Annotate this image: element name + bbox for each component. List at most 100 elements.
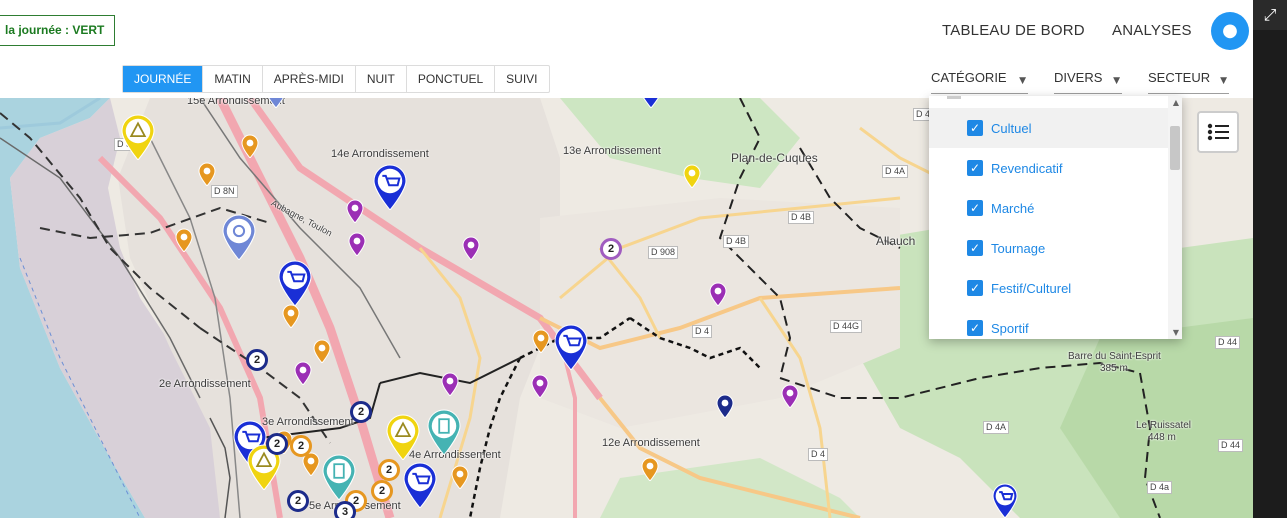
user-icon: ● [1222, 20, 1238, 41]
checkbox-checked-icon[interactable]: ✓ [967, 200, 983, 216]
cluster-badge[interactable]: 2 [350, 401, 372, 423]
category-select[interactable]: CATÉGORIE ▼ [931, 68, 1028, 94]
cluster-badge[interactable]: 2 [266, 433, 288, 455]
tab-ponctuel[interactable]: PONCTUEL [407, 66, 496, 92]
cluster-badge[interactable]: 2 [378, 459, 400, 481]
map-marker-festive[interactable] [683, 164, 701, 188]
nav-analyses[interactable]: ANALYSES [1112, 22, 1192, 39]
divers-select-label: DIVERS [1054, 70, 1103, 85]
nav-tableau-de-bord[interactable]: TABLEAU DE BORD [942, 22, 1085, 39]
tab-apres-midi[interactable]: APRÈS-MIDI [263, 66, 356, 92]
cluster-badge[interactable]: 2 [246, 349, 268, 371]
road-label: D 44 [1218, 439, 1244, 452]
map-marker-festive[interactable] [121, 114, 155, 160]
option-label: Marché [991, 200, 1035, 216]
road-label: D 4B [788, 211, 815, 224]
scrollbar-thumb[interactable] [1170, 126, 1180, 170]
category-select-label: CATÉGORIE [931, 70, 1007, 85]
map-marker-protest[interactable] [532, 329, 550, 353]
scroll-down-icon[interactable]: ▼ [1173, 328, 1179, 337]
map-marker-religious[interactable] [348, 232, 366, 256]
map-marker-protest[interactable] [175, 228, 193, 252]
legend-button[interactable] [1197, 111, 1239, 153]
map-marker-religious[interactable] [346, 199, 364, 223]
map-marker-religious[interactable] [781, 384, 799, 408]
status-badge: la journée : VERT [0, 15, 116, 46]
category-option-tournage[interactable]: ✓ Tournage [929, 228, 1182, 268]
category-option-cultuel[interactable]: ✓ Cultuel [929, 108, 1182, 148]
map-marker-market[interactable] [403, 462, 437, 508]
tab-matin[interactable]: MATIN [203, 66, 263, 92]
divers-select[interactable]: DIVERS ▼ [1054, 68, 1122, 94]
chevron-down-icon: ▼ [1019, 76, 1026, 86]
secteur-select-label: SECTEUR [1148, 70, 1211, 85]
map-marker-market[interactable] [638, 98, 664, 108]
map-marker-protest[interactable] [198, 162, 216, 186]
dropdown-scrollbar[interactable]: ▲ ▼ [1168, 96, 1182, 339]
cluster-badge[interactable]: 2 [290, 435, 312, 457]
map-marker-protest-group[interactable] [222, 214, 256, 260]
cluster-badge[interactable]: 2 [371, 480, 393, 502]
checkbox-checked-icon[interactable]: ✓ [967, 320, 983, 336]
option-label: Festif/Culturel [991, 280, 1072, 296]
checkbox-checked-icon[interactable]: ✓ [967, 280, 983, 296]
map-marker-protest[interactable] [313, 339, 331, 363]
map-marker-protest[interactable] [241, 134, 259, 158]
map-marker-filming[interactable] [427, 409, 461, 455]
category-option-revendicatif[interactable]: ✓ Revendicatif [929, 148, 1182, 188]
map-marker-religious[interactable] [709, 282, 727, 306]
secteur-select[interactable]: SECTEUR ▼ [1148, 68, 1229, 94]
place-label: 13e Arrondissement [563, 145, 661, 157]
time-tabs: JOURNÉE MATIN APRÈS-MIDI NUIT PONCTUEL S… [122, 65, 550, 93]
place-label: 448 m [1148, 432, 1176, 443]
map-marker-festive[interactable] [386, 414, 420, 460]
option-label: Cultuel [991, 120, 1032, 136]
road-label: D 44G [830, 320, 863, 333]
category-option-marche[interactable]: ✓ Marché [929, 188, 1182, 228]
checkbox-checked-icon[interactable]: ✓ [967, 240, 983, 256]
road-label: D 908 [648, 246, 679, 259]
map-marker-market[interactable] [278, 260, 312, 306]
map-marker-market[interactable] [992, 483, 1018, 518]
place-label: Le Ruissatel [1136, 420, 1192, 431]
option-label: Sportif [991, 320, 1029, 336]
road-label: D 44 [1215, 336, 1241, 349]
map-marker-sport-group[interactable] [263, 98, 289, 108]
checkbox-checked-icon[interactable]: ✓ [967, 160, 983, 176]
scroll-up-icon[interactable]: ▲ [1173, 98, 1179, 107]
map-marker-protest[interactable] [282, 304, 300, 328]
category-option-festif-culturel[interactable]: ✓ Festif/Culturel [929, 268, 1182, 308]
map-marker-religious[interactable] [531, 374, 549, 398]
place-label: Barre du Saint-Esprit [1068, 351, 1161, 362]
cluster-badge[interactable]: 2 [287, 490, 309, 512]
road-label: D 4 [808, 448, 829, 461]
map-marker-market[interactable] [554, 324, 588, 370]
map-marker-religious[interactable] [441, 372, 459, 396]
place-label: 385 m [1100, 363, 1128, 374]
map-marker-religious[interactable] [462, 236, 480, 260]
place-label: 3e Arrondissement [262, 416, 354, 428]
user-avatar-button[interactable]: ● [1211, 12, 1249, 50]
place-label: Allauch [876, 234, 916, 248]
list-icon [1207, 123, 1229, 141]
tab-nuit[interactable]: NUIT [356, 66, 407, 92]
map-marker-protest[interactable] [451, 465, 469, 489]
category-option-sportif[interactable]: ✓ Sportif [929, 308, 1182, 339]
map-marker-market[interactable] [373, 164, 407, 210]
cluster-badge[interactable]: 2 [600, 238, 622, 260]
tab-journee[interactable]: JOURNÉE [123, 66, 204, 92]
category-dropdown: ✓ Cultuel ✓ Revendicatif ✓ Marché ✓ Tournage… [929, 96, 1182, 339]
fullscreen-icon[interactable]: ⤢ [1253, 0, 1287, 30]
place-label: 2e Arrondissement [159, 378, 251, 390]
place-label: 14e Arrondissement [331, 148, 429, 160]
cluster-badge[interactable]: 3 [334, 501, 356, 518]
road-label: D 4a [1147, 481, 1173, 494]
map-marker-religious[interactable] [294, 361, 312, 385]
road-label: D 4A [983, 421, 1010, 434]
tab-suivi[interactable]: SUIVI [495, 66, 548, 92]
map-marker-protest[interactable] [641, 457, 659, 481]
road-label: D 4A [882, 165, 909, 178]
app-root: la journée : VERT TABLEAU DE BORD ANALYS… [0, 0, 1287, 518]
map-marker-sport[interactable] [716, 394, 734, 418]
checkbox-checked-icon[interactable]: ✓ [967, 120, 983, 136]
